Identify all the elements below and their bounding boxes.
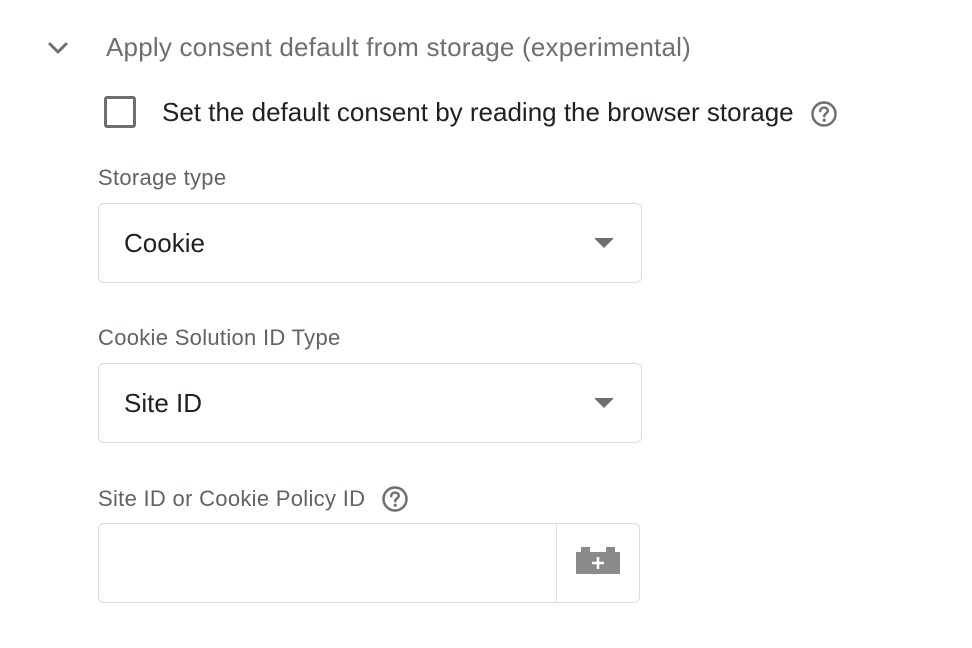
help-circle-icon[interactable]	[810, 100, 838, 128]
dropdown-arrow-icon	[594, 238, 614, 248]
read-storage-label[interactable]: Set the default consent by reading the b…	[162, 97, 794, 128]
add-variable-icon	[575, 546, 621, 581]
id-type-select[interactable]: Site ID	[98, 363, 642, 443]
id-type-label: Cookie Solution ID Type	[98, 325, 341, 350]
section-title: Apply consent default from storage (expe…	[106, 32, 691, 62]
site-id-input-group	[98, 523, 640, 603]
section-header[interactable]: Apply consent default from storage (expe…	[46, 28, 691, 68]
read-storage-checkbox[interactable]	[104, 96, 136, 128]
site-id-input[interactable]	[99, 524, 556, 602]
help-circle-icon[interactable]	[381, 485, 409, 513]
id-type-value: Site ID	[124, 387, 203, 418]
site-id-label-row: Site ID or Cookie Policy ID	[98, 485, 409, 513]
chevron-down-icon[interactable]	[46, 36, 70, 60]
read-storage-row: Set the default consent by reading the b…	[104, 96, 838, 128]
site-id-label: Site ID or Cookie Policy ID	[98, 486, 366, 511]
insert-variable-button[interactable]	[556, 524, 639, 602]
dropdown-arrow-icon	[594, 398, 614, 408]
storage-type-label: Storage type	[98, 165, 227, 190]
storage-type-select[interactable]: Cookie	[98, 203, 642, 283]
storage-type-value: Cookie	[124, 227, 205, 258]
